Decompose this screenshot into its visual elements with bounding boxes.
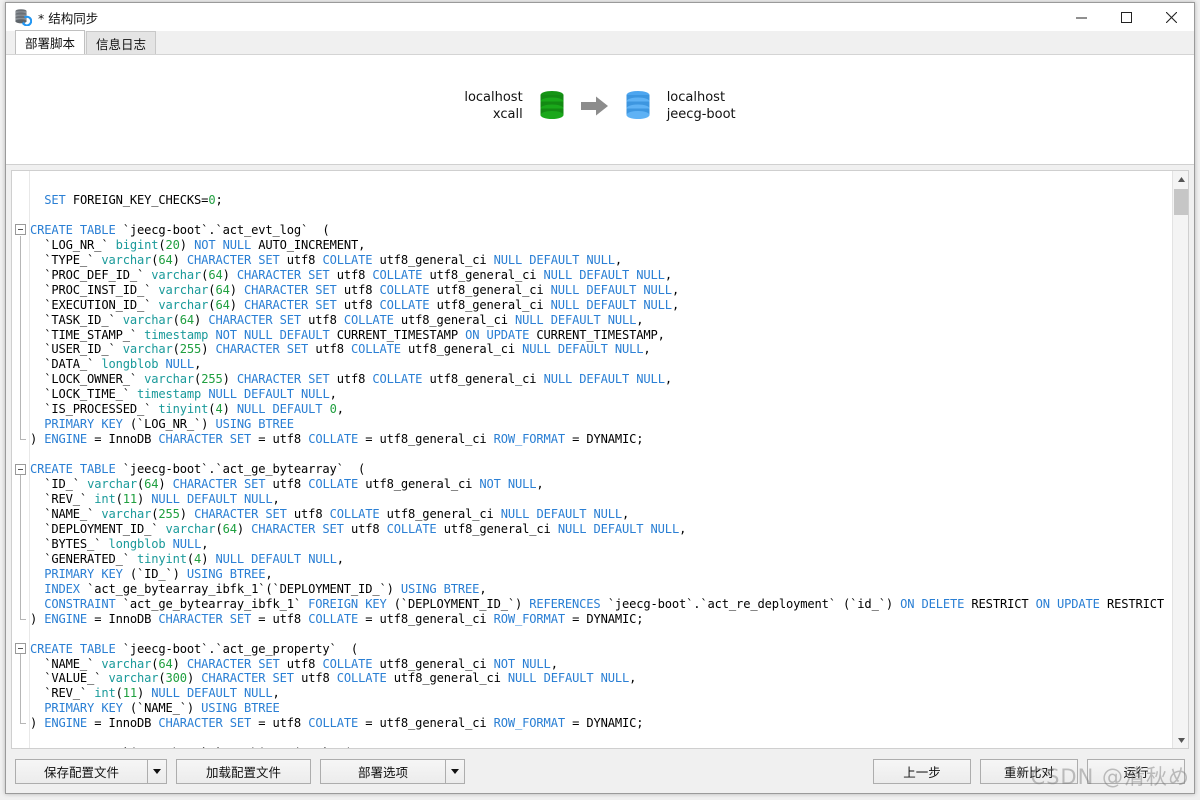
maximize-button[interactable]	[1104, 3, 1149, 31]
footer-toolbar: 保存配置文件 加载配置文件 部署选项 上一步 重新比对	[6, 749, 1194, 793]
tab-label: 部署脚本	[25, 33, 75, 52]
source-connection-labels: localhost xcall	[464, 89, 522, 123]
scroll-up-button[interactable]	[1173, 171, 1189, 187]
recompare-label: 重新比对	[1004, 762, 1054, 781]
database-green-icon	[537, 90, 567, 122]
minimize-icon	[1076, 12, 1087, 23]
close-icon	[1166, 12, 1177, 23]
sql-code[interactable]: SET FOREIGN_KEY_CHECKS=0; CREATE TABLE `…	[30, 171, 1188, 748]
run-label: 运行	[1123, 762, 1148, 781]
tab-label: 信息日志	[96, 34, 146, 53]
deploy-options-dropdown-arrow[interactable]	[445, 760, 464, 783]
tab-message-log[interactable]: 信息日志	[86, 31, 156, 54]
target-connection-labels: localhost jeecg-boot	[667, 89, 736, 123]
window-title: * 结构同步	[38, 8, 98, 27]
tab-strip: 部署脚本 信息日志	[6, 31, 1194, 55]
fold-toggle[interactable]	[15, 464, 26, 475]
minimize-button[interactable]	[1059, 3, 1104, 31]
save-config-label: 保存配置文件	[16, 760, 147, 783]
window-controls	[1059, 3, 1194, 31]
fold-end-marker	[20, 619, 26, 620]
save-config-dropdown-arrow[interactable]	[147, 760, 166, 783]
load-config-label: 加载配置文件	[206, 762, 281, 781]
fold-end-marker	[20, 723, 26, 724]
app-root: * 结构同步 部署脚本 信息日志	[0, 0, 1200, 800]
database-blue-icon	[623, 90, 653, 122]
run-button[interactable]: 运行	[1087, 759, 1185, 784]
deploy-options-button[interactable]: 部署选项	[320, 759, 465, 784]
maximize-icon	[1121, 12, 1132, 23]
fold-guide-line	[20, 236, 21, 439]
sql-script-editor[interactable]: SET FOREIGN_KEY_CHECKS=0; CREATE TABLE `…	[11, 170, 1189, 749]
chevron-down-icon	[451, 769, 459, 774]
target-host: localhost	[667, 89, 736, 106]
connection-header: localhost xcall	[6, 55, 1194, 165]
fold-guide-line	[20, 654, 21, 723]
chevron-down-icon	[153, 769, 161, 774]
previous-step-label: 上一步	[903, 762, 941, 781]
database-sync-icon	[14, 8, 32, 26]
save-config-button[interactable]: 保存配置文件	[15, 759, 167, 784]
arrow-right-icon	[581, 95, 609, 117]
fold-toggle[interactable]	[15, 643, 26, 654]
chevron-down-icon	[1178, 738, 1185, 743]
tab-deploy-script[interactable]: 部署脚本	[15, 30, 85, 54]
fold-toggle[interactable]	[15, 224, 26, 235]
structure-sync-window: * 结构同步 部署脚本 信息日志	[5, 2, 1195, 794]
code-scroll-region[interactable]: SET FOREIGN_KEY_CHECKS=0; CREATE TABLE `…	[30, 171, 1188, 748]
source-host: localhost	[464, 89, 522, 106]
recompare-button[interactable]: 重新比对	[980, 759, 1078, 784]
fold-gutter[interactable]	[12, 171, 30, 748]
vertical-scrollbar[interactable]	[1172, 171, 1188, 748]
source-database: xcall	[464, 106, 522, 123]
footer-right-buttons: 上一步 重新比对 运行	[873, 759, 1185, 784]
target-database: jeecg-boot	[667, 106, 736, 123]
title-bar: * 结构同步	[6, 3, 1194, 31]
close-button[interactable]	[1149, 3, 1194, 31]
fold-end-marker	[20, 439, 26, 440]
fold-guide-line	[20, 475, 21, 619]
scrollbar-thumb[interactable]	[1174, 189, 1188, 215]
deploy-options-label: 部署选项	[321, 760, 445, 783]
scroll-down-button[interactable]	[1173, 732, 1189, 748]
load-config-button[interactable]: 加载配置文件	[176, 759, 311, 784]
chevron-up-icon	[1178, 177, 1185, 182]
previous-step-button[interactable]: 上一步	[873, 759, 971, 784]
